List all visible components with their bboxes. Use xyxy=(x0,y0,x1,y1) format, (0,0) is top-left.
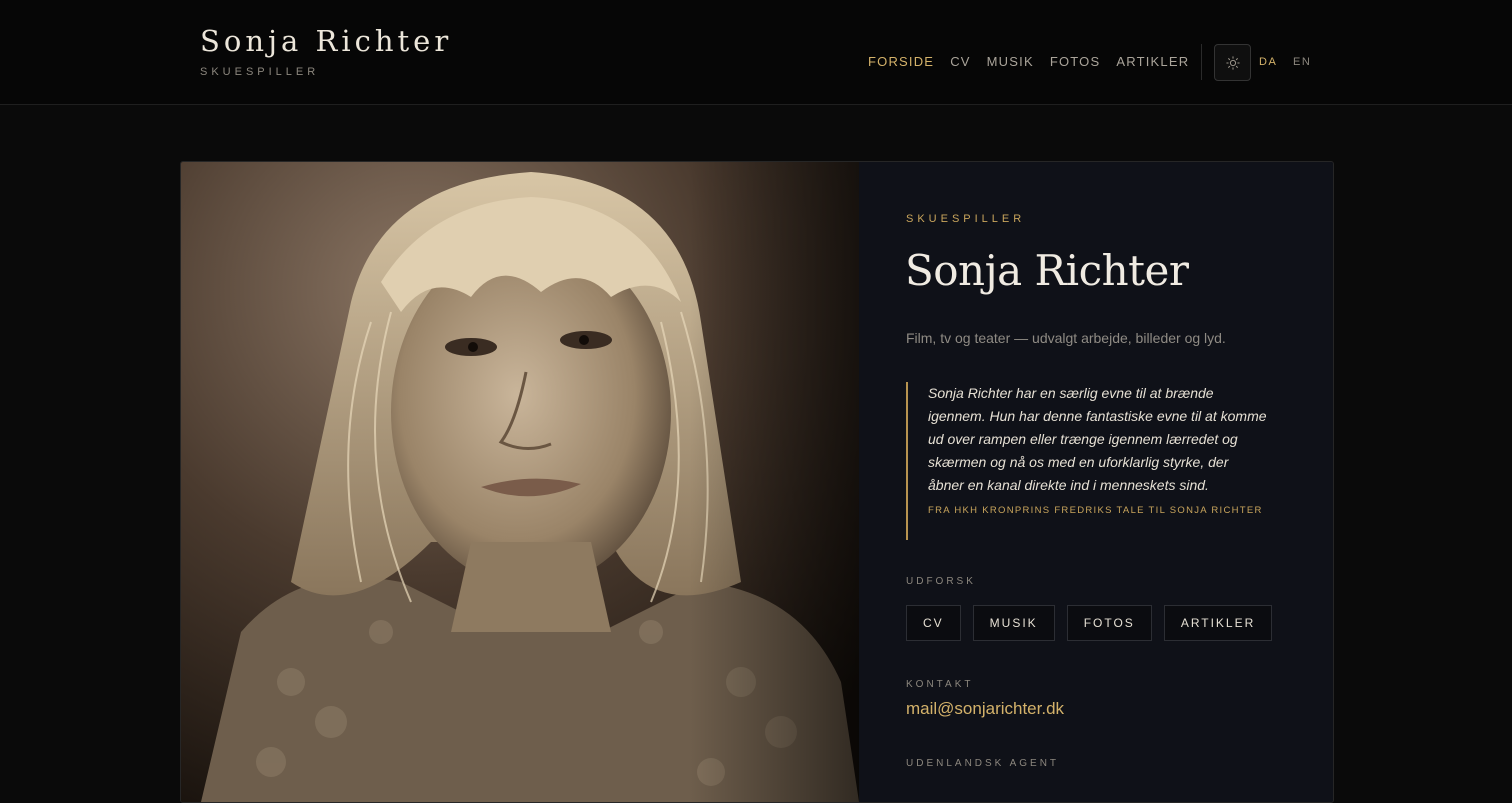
sun-icon xyxy=(1225,55,1240,70)
intro-panel: SKUESPILLER Sonja Richter Film, tv og te… xyxy=(859,162,1333,802)
portrait-photo xyxy=(181,162,859,802)
explore-button-fotos[interactable]: FOTOS xyxy=(1066,605,1152,641)
nav-item-artikler[interactable]: ARTIKLER xyxy=(1116,54,1189,69)
explore-button-artikler[interactable]: ARTIKLER xyxy=(1163,605,1273,641)
quote-block: Sonja Richter har en særlig evne til at … xyxy=(906,382,1268,540)
page-title: Sonja Richter xyxy=(905,246,1189,295)
nav-item-musik[interactable]: MUSIK xyxy=(987,54,1034,69)
main-nav: FORSIDE CV MUSIK FOTOS ARTIKLER xyxy=(868,54,1189,69)
nav-divider xyxy=(1201,44,1202,80)
language-en[interactable]: EN xyxy=(1293,56,1311,68)
contact-label: KONTAKT xyxy=(906,679,974,690)
portrait-illustration xyxy=(181,162,859,802)
quote-source: FRA HKH KRONPRINS FREDRIKS TALE TIL SONJ… xyxy=(928,505,1263,516)
explore-label: UDFORSK xyxy=(906,576,976,587)
site-logo-role: SKUESPILLER xyxy=(200,66,320,78)
agent-label: UDENLANDSK AGENT xyxy=(906,758,1060,769)
site-header: Sonja Richter SKUESPILLER FORSIDE CV MUS… xyxy=(0,0,1512,105)
nav-item-forside[interactable]: FORSIDE xyxy=(868,54,934,69)
site-logo-name[interactable]: Sonja Richter xyxy=(200,24,452,58)
hero-eyebrow: SKUESPILLER xyxy=(906,213,1026,225)
explore-links: CV MUSIK FOTOS ARTIKLER xyxy=(906,605,1273,641)
explore-button-musik[interactable]: MUSIK xyxy=(972,605,1055,641)
hero-card: SKUESPILLER Sonja Richter Film, tv og te… xyxy=(180,161,1334,803)
email-link[interactable]: mail@sonjarichter.dk xyxy=(906,699,1064,719)
explore-button-cv[interactable]: CV xyxy=(906,605,961,641)
language-da[interactable]: DA xyxy=(1259,56,1277,68)
theme-toggle-button[interactable] xyxy=(1214,44,1251,81)
nav-item-fotos[interactable]: FOTOS xyxy=(1050,54,1101,69)
nav-item-cv[interactable]: CV xyxy=(950,54,970,69)
quote-text: Sonja Richter har en særlig evne til at … xyxy=(928,385,1267,493)
hero-subtitle: Film, tv og teater — udvalgt arbejde, bi… xyxy=(906,330,1226,346)
